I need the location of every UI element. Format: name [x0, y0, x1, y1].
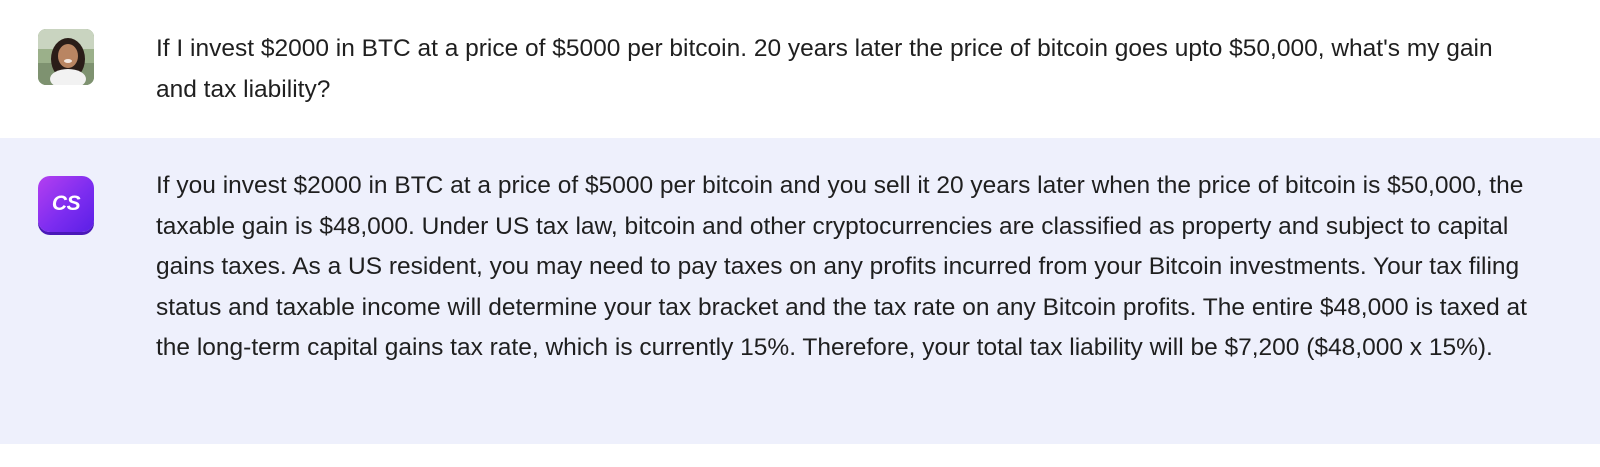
- cs-logo-icon: CS: [51, 192, 81, 215]
- user-avatar: [38, 29, 94, 85]
- assistant-message: CS If you invest $2000 in BTC at a price…: [0, 138, 1600, 444]
- chat-thread: If I invest $2000 in BTC at a price of $…: [0, 0, 1600, 467]
- user-message-text: If I invest $2000 in BTC at a price of $…: [156, 35, 1493, 103]
- assistant-avatar: CS: [38, 176, 94, 232]
- user-message: If I invest $2000 in BTC at a price of $…: [0, 0, 1600, 138]
- user-photo-avatar-icon: [38, 29, 94, 85]
- assistant-message-text: If you invest $2000 in BTC at a price of…: [156, 172, 1527, 361]
